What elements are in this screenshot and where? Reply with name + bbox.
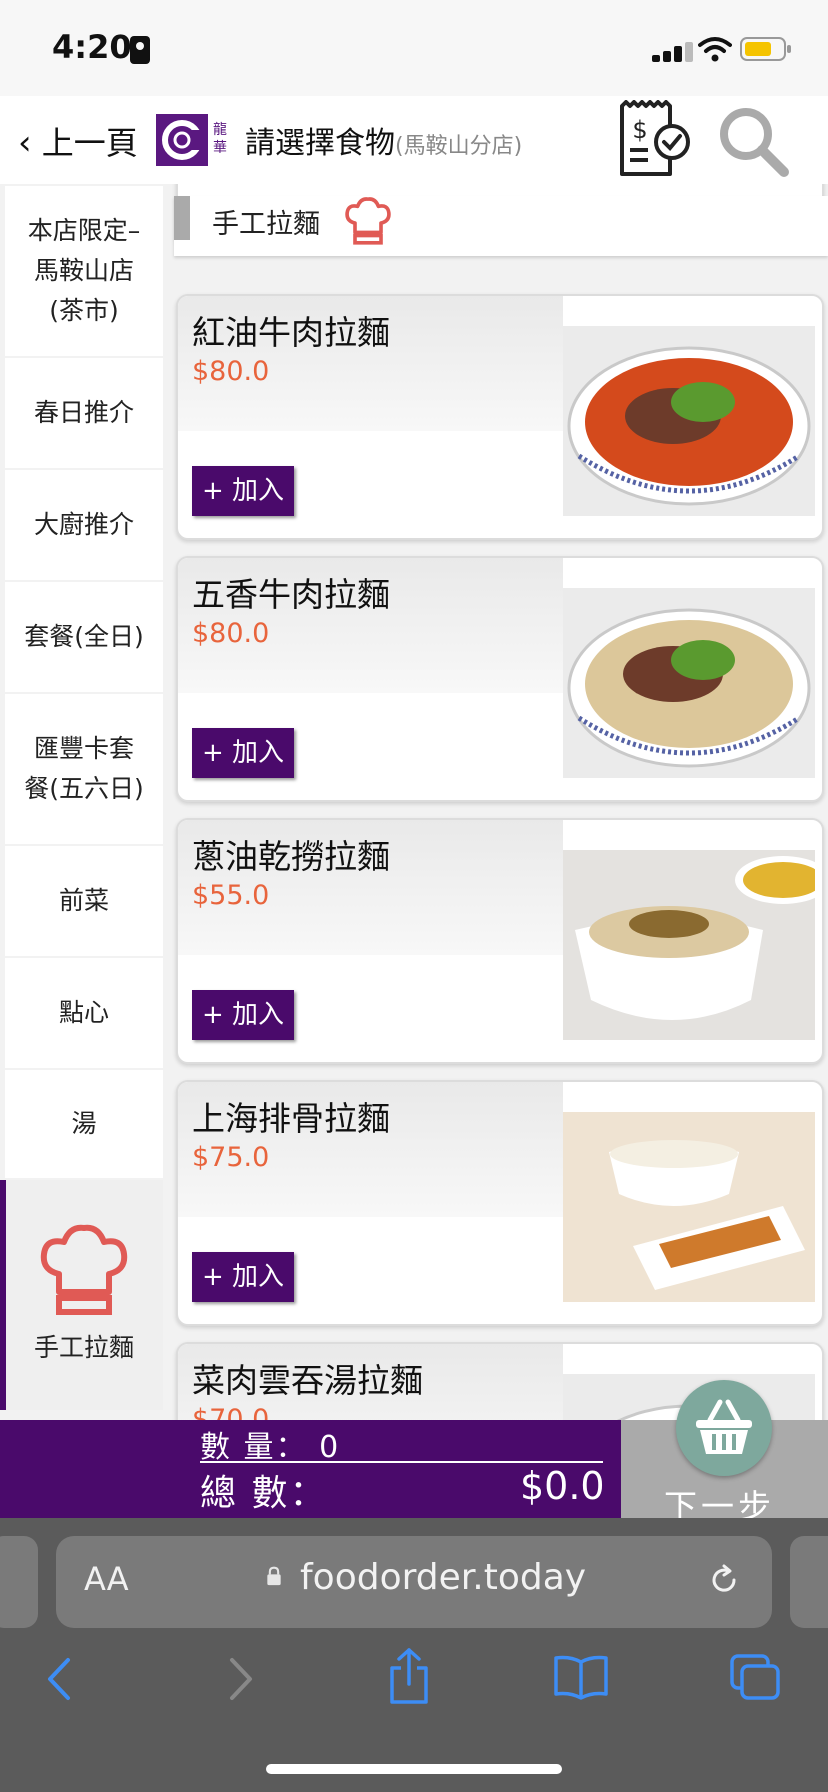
dish-name: 上海排骨拉麵 (192, 1099, 390, 1138)
restaurant-logo: 龍 華 (152, 100, 232, 180)
search-icon[interactable] (716, 104, 792, 180)
add-button[interactable]: + 加入 (192, 1252, 294, 1302)
status-time: 4:20 (52, 28, 132, 66)
chef-hat-icon (40, 1224, 128, 1315)
tabs-icon[interactable] (728, 1652, 782, 1702)
category-marker (174, 196, 190, 240)
basket-icon (696, 1399, 752, 1454)
title-text: 請選擇食物 (245, 126, 395, 161)
chef-hat-icon (345, 197, 391, 245)
svg-text:龍: 龍 (213, 121, 227, 138)
signal-icon (652, 42, 694, 62)
menu-card: 上海排骨拉麵 $75.0 + 加入 (176, 1080, 824, 1326)
battery-icon (740, 37, 791, 61)
wifi-icon (698, 37, 732, 62)
add-button[interactable]: + 加入 (192, 990, 294, 1040)
sidebar-item-handmade-noodles[interactable]: 手工拉麵 (5, 1180, 163, 1410)
back-arrow-icon[interactable] (40, 1654, 80, 1704)
menu-list[interactable]: 紅油牛肉拉麵 $80.0 + 加入 五香牛肉拉麵 $80.0 + 加入 蔥油乾撈… (166, 184, 828, 1420)
menu-card: 五香牛肉拉麵 $80.0 + 加入 (176, 556, 824, 802)
reload-icon[interactable] (706, 1562, 742, 1598)
cart-total-value: $0.0 (520, 1464, 605, 1508)
dish-image (563, 850, 815, 1040)
sidebar-item-chef[interactable]: 大廚推介 (5, 470, 163, 580)
cart-quantity: 數 量： 0 (200, 1430, 341, 1465)
dish-price: $75.0 (192, 1142, 270, 1173)
dish-image (563, 1112, 815, 1302)
branch-name: (馬鞍山分店) (395, 134, 523, 159)
sidebar-item-maonshan-tea[interactable]: 本店限定– 馬鞍山店 (茶市) (5, 186, 163, 356)
back-label: 上一頁 (41, 124, 138, 162)
dish-image (563, 588, 815, 778)
sim-card-icon (130, 36, 150, 64)
active-category-indicator (0, 1180, 6, 1410)
dish-price: $55.0 (192, 880, 270, 911)
add-button[interactable]: + 加入 (192, 728, 294, 778)
lock-icon (267, 1566, 281, 1586)
reader-settings-button[interactable]: AA (84, 1560, 129, 1598)
forward-arrow-icon[interactable] (220, 1654, 260, 1704)
svg-text:$: $ (632, 116, 647, 144)
menu-card: 蔥油乾撈拉麵 $55.0 + 加入 (176, 818, 824, 1064)
sidebar-item-appetizer[interactable]: 前菜 (5, 846, 163, 956)
dish-name: 五香牛肉拉麵 (192, 575, 390, 614)
add-button[interactable]: + 加入 (192, 466, 294, 516)
back-button[interactable]: ‹ 上一頁 (18, 118, 138, 164)
basket-button[interactable] (676, 1380, 772, 1476)
dish-name: 菜肉雲吞湯拉麵 (192, 1361, 423, 1400)
cart-total-label: 總 數： (200, 1473, 328, 1514)
cart-divider (200, 1461, 603, 1463)
previous-tab-preview[interactable] (0, 1536, 38, 1628)
sidebar-item-label: 手工拉麵 (33, 1333, 134, 1362)
category-title: 手工拉麵 (212, 209, 320, 240)
sidebar-item-hsbc-set[interactable]: 匯豐卡套 餐(五六日) (5, 694, 163, 844)
dish-name: 紅油牛肉拉麵 (192, 313, 390, 352)
home-indicator (266, 1764, 562, 1774)
svg-text:華: 華 (213, 140, 227, 156)
page-title: 請選擇食物(馬鞍山分店) (245, 118, 522, 162)
dish-price: $70.0 (192, 1404, 270, 1420)
bookmarks-icon[interactable] (552, 1654, 610, 1700)
dish-price: $80.0 (192, 618, 270, 649)
receipt-check-icon[interactable]: $ (616, 100, 696, 180)
sidebar-item-set-meal[interactable]: 套餐(全日) (5, 582, 163, 692)
sidebar-item-dim-sum[interactable]: 點心 (5, 958, 163, 1068)
category-header: 手工拉麵 (174, 196, 828, 256)
dish-name: 蔥油乾撈拉麵 (192, 837, 390, 876)
dish-image (563, 326, 815, 516)
sidebar-item-spring[interactable]: 春日推介 (5, 358, 163, 468)
url-text: foodorder.today (300, 1557, 587, 1598)
dish-price: $80.0 (192, 356, 270, 387)
sidebar-item-soup[interactable]: 湯 (5, 1070, 163, 1178)
menu-card: 紅油牛肉拉麵 $80.0 + 加入 (176, 294, 824, 540)
share-icon[interactable] (386, 1646, 432, 1706)
next-tab-preview[interactable] (790, 1536, 828, 1628)
chevron-left-icon: ‹ (18, 123, 32, 163)
